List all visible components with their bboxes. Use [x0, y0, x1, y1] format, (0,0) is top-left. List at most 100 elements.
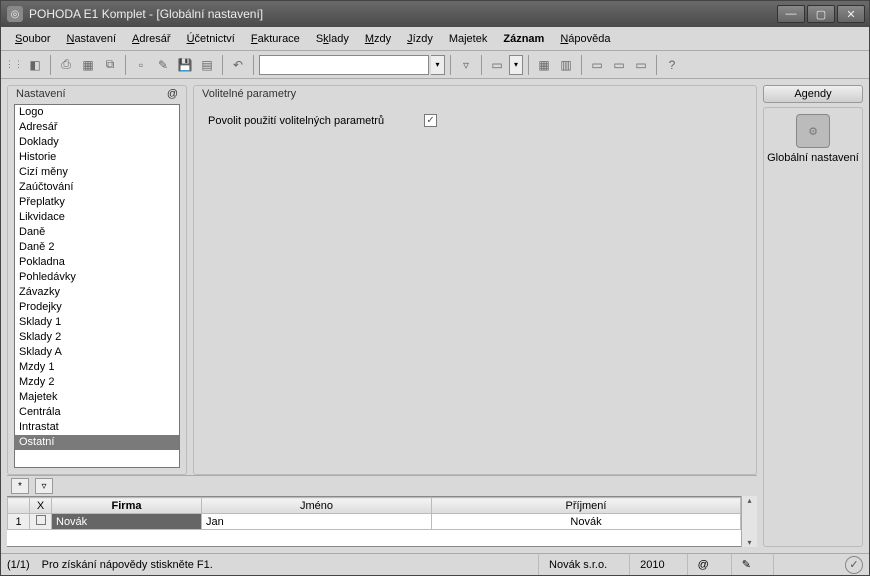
window-title: POHODA E1 Komplet - [Globální nastavení]: [29, 7, 777, 21]
menu-item-4[interactable]: Fakturace: [243, 30, 308, 48]
params-panel: Volitelné parametry Povolit použití voli…: [193, 85, 757, 475]
settings-item-mzdy-2[interactable]: Mzdy 2: [15, 375, 179, 390]
settings-item-intrastat[interactable]: Intrastat: [15, 420, 179, 435]
main-area: Nastavení @ LogoAdresářDokladyHistorieCi…: [1, 79, 869, 553]
grid-tab-all[interactable]: *: [11, 478, 29, 494]
toolbar-btn-brush[interactable]: ✎: [153, 55, 173, 75]
toolbar-btn-new[interactable]: ▫: [131, 55, 151, 75]
toolbar-btn-save2[interactable]: ▤: [197, 55, 217, 75]
cell-jmeno[interactable]: Jan: [202, 514, 432, 530]
scroll-up-icon[interactable]: ▴: [747, 496, 751, 505]
toolbar-search-input[interactable]: [259, 55, 429, 75]
settings-item-cizí-měny[interactable]: Cizí měny: [15, 165, 179, 180]
settings-item-historie[interactable]: Historie: [15, 150, 179, 165]
row-number: 1: [8, 514, 30, 530]
status-ok-icon: ✓: [845, 556, 863, 574]
status-edit-icon: ✎: [731, 554, 761, 575]
menu-item-3[interactable]: Účetnictví: [179, 30, 243, 48]
toolbar-btn-filter[interactable]: ▿: [456, 55, 476, 75]
toolbar-btn-grid2[interactable]: ▥: [556, 55, 576, 75]
enable-params-checkbox[interactable]: ✓: [424, 114, 437, 127]
params-panel-title: Volitelné parametry: [202, 88, 296, 100]
cell-prijmeni[interactable]: Novák: [432, 514, 741, 530]
toolbar-btn-book[interactable]: ▦: [78, 55, 98, 75]
agendy-item-global-settings[interactable]: ⚙ Globální nastavení: [763, 107, 863, 547]
settings-item-doklady[interactable]: Doklady: [15, 135, 179, 150]
toolbar-btn-save[interactable]: 💾: [175, 55, 195, 75]
menu-item-8[interactable]: Majetek: [441, 30, 496, 48]
toolbar-btn-undo[interactable]: ↶: [228, 55, 248, 75]
close-button[interactable]: ✕: [837, 5, 865, 23]
toolbar-btn-folder[interactable]: ▭: [487, 55, 507, 75]
settings-item-majetek[interactable]: Majetek: [15, 390, 179, 405]
data-grid[interactable]: X Firma Jméno Příjmení 1 NovákJanNovák: [7, 496, 741, 547]
settings-item-ostatní[interactable]: Ostatní: [15, 435, 179, 450]
menu-item-1[interactable]: Nastavení: [58, 30, 124, 48]
row-checkbox[interactable]: [30, 514, 52, 530]
toolbar-search-dropdown[interactable]: ▾: [431, 55, 445, 75]
agendy-item-label: Globální nastavení: [767, 152, 859, 164]
cell-firma[interactable]: Novák: [52, 514, 202, 530]
toolbar-btn-copy[interactable]: ⧉: [100, 55, 120, 75]
toolbar-btn-panel2[interactable]: ▭: [609, 55, 629, 75]
settings-item-zaúčtování[interactable]: Zaúčtování: [15, 180, 179, 195]
agendy-header: Agendy: [763, 85, 863, 103]
settings-item-pokladna[interactable]: Pokladna: [15, 255, 179, 270]
table-row[interactable]: 1 NovákJanNovák: [8, 514, 741, 530]
toolbar-btn-grid1[interactable]: ▦: [534, 55, 554, 75]
menu-item-7[interactable]: Jízdy: [399, 30, 441, 48]
status-pos: (1/1): [7, 559, 30, 571]
status-year: 2010: [629, 554, 674, 575]
menu-item-9[interactable]: Záznam: [495, 30, 552, 48]
settings-panel: Nastavení @ LogoAdresářDokladyHistorieCi…: [7, 85, 187, 475]
settings-icon: ⚙: [796, 114, 830, 148]
toolbar-btn-panel1[interactable]: ▭: [587, 55, 607, 75]
enable-params-label: Povolit použití volitelných parametrů: [208, 115, 384, 127]
maximize-button[interactable]: ▢: [807, 5, 835, 23]
app-window: ◎ POHODA E1 Komplet - [Globální nastaven…: [0, 0, 870, 576]
statusbar: (1/1) Pro získání nápovědy stiskněte F1.…: [1, 553, 869, 575]
toolbar-btn-1[interactable]: ◧: [25, 55, 45, 75]
settings-panel-badge: @: [167, 88, 178, 100]
settings-item-sklady-2[interactable]: Sklady 2: [15, 330, 179, 345]
toolbar-btn-panel3[interactable]: ▭: [631, 55, 651, 75]
settings-item-sklady-a[interactable]: Sklady A: [15, 345, 179, 360]
menu-item-10[interactable]: Nápověda: [552, 30, 618, 48]
status-company: Novák s.r.o.: [538, 554, 617, 575]
grid-col-jmeno[interactable]: Jméno: [202, 498, 432, 514]
settings-item-přeplatky[interactable]: Přeplatky: [15, 195, 179, 210]
settings-item-závazky[interactable]: Závazky: [15, 285, 179, 300]
toolbar-folder-dropdown[interactable]: ▾: [509, 55, 523, 75]
settings-item-sklady-1[interactable]: Sklady 1: [15, 315, 179, 330]
menu-item-5[interactable]: Sklady: [308, 30, 357, 48]
settings-item-daně-2[interactable]: Daně 2: [15, 240, 179, 255]
settings-item-centrála[interactable]: Centrála: [15, 405, 179, 420]
grid-scrollbar[interactable]: ▴ ▾: [741, 496, 757, 547]
settings-panel-title: Nastavení: [16, 88, 66, 100]
minimize-button[interactable]: —: [777, 5, 805, 23]
scroll-down-icon[interactable]: ▾: [747, 538, 751, 547]
menu-item-6[interactable]: Mzdy: [357, 30, 399, 48]
titlebar: ◎ POHODA E1 Komplet - [Globální nastaven…: [1, 1, 869, 27]
grid-col-check[interactable]: X: [30, 498, 52, 514]
toolbar: ⋮⋮ ◧ ⎙ ▦ ⧉ ▫ ✎ 💾 ▤ ↶ ▾ ▿ ▭ ▾ ▦ ▥ ▭ ▭ ▭ ?: [1, 51, 869, 79]
settings-item-mzdy-1[interactable]: Mzdy 1: [15, 360, 179, 375]
settings-item-adresář[interactable]: Adresář: [15, 120, 179, 135]
menu-item-0[interactable]: Soubor: [7, 30, 58, 48]
app-icon: ◎: [7, 6, 23, 22]
bottom-grid-area: * ▿ X Firma Jméno Příjmen: [7, 475, 757, 547]
settings-listbox[interactable]: LogoAdresářDokladyHistorieCizí měnyZaúčt…: [14, 104, 180, 468]
grid-tab-filter[interactable]: ▿: [35, 478, 53, 494]
grid-col-firma[interactable]: Firma: [52, 498, 202, 514]
toolbar-btn-print[interactable]: ⎙: [56, 55, 76, 75]
settings-item-prodejky[interactable]: Prodejky: [15, 300, 179, 315]
settings-item-daně[interactable]: Daně: [15, 225, 179, 240]
grid-col-prijmeni[interactable]: Příjmení: [432, 498, 741, 514]
toolbar-btn-help[interactable]: ?: [662, 55, 682, 75]
settings-item-pohledávky[interactable]: Pohledávky: [15, 270, 179, 285]
settings-item-likvidace[interactable]: Likvidace: [15, 210, 179, 225]
status-hint: Pro získání nápovědy stiskněte F1.: [42, 559, 213, 571]
grid-header-row: X Firma Jméno Příjmení: [8, 498, 741, 514]
settings-item-logo[interactable]: Logo: [15, 105, 179, 120]
menu-item-2[interactable]: Adresář: [124, 30, 179, 48]
